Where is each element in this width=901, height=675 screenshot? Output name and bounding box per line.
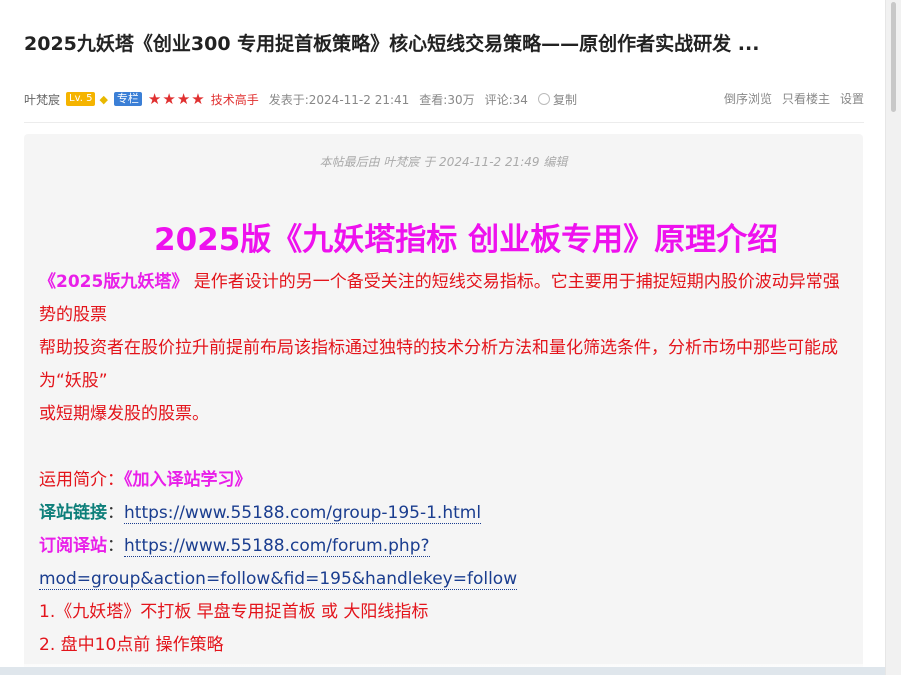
intro-highlight: 《2025版九妖塔》: [39, 272, 189, 292]
author-name[interactable]: 叶梵宸: [24, 91, 60, 108]
view-count: 查看:30万: [419, 92, 475, 107]
post-content: 本帖最后由 叶梵宸 于 2024-11-2 21:49 编辑 2025版《九妖塔…: [24, 134, 863, 675]
post-title[interactable]: 2025九妖塔《创业300 专用捉首板策略》核心短线交易策略——原创作者实战研发…: [24, 29, 864, 56]
star-rating-icons: ★★★★: [147, 90, 206, 108]
separator: ：: [107, 536, 124, 556]
reverse-view-button[interactable]: 倒序浏览: [724, 90, 772, 107]
copy-button[interactable]: 复制: [553, 91, 577, 108]
post-meta-bar: 叶梵宸 Lv. 5 ◆ 专栏 ★★★★ 技术高手 发表于:2024-11-2 2…: [24, 90, 864, 108]
comment-count[interactable]: 评论:34: [485, 91, 528, 108]
meta-divider: [24, 122, 864, 123]
forum-page: 2025九妖塔《创业300 专用捉首板策略》核心短线交易策略——原创作者实战研发…: [0, 0, 886, 675]
body-line-2: 帮助投资者在股价拉升前提前布局该指标通过独特的技术分析方法和量化筛选条件，分析市…: [39, 338, 838, 391]
settings-button[interactable]: 设置: [840, 90, 864, 107]
bottom-bar: [0, 667, 886, 675]
vertical-scrollbar[interactable]: [885, 0, 901, 675]
copy-icon[interactable]: [537, 93, 550, 105]
post-meta-left: 叶梵宸 Lv. 5 ◆ 专栏 ★★★★ 技术高手 发表于:2024-11-2 2…: [24, 90, 577, 108]
subscribe-line: 订阅译站：https://www.55188.com/forum.php?mod…: [39, 530, 854, 596]
level-badge: Lv. 5: [66, 92, 96, 106]
column-badge[interactable]: 专栏: [113, 92, 142, 106]
separator: ：: [107, 503, 124, 523]
post-meta-right: 倒序浏览 只看楼主 设置: [714, 90, 864, 107]
owner-only-button[interactable]: 只看楼主: [782, 90, 830, 107]
post-body: 《2025版九妖塔》 是作者设计的另一个备受关注的短线交易指标。它主要用于捕捉短…: [39, 266, 854, 662]
station-url-link[interactable]: https://www.55188.com/group-195-1.html: [124, 503, 482, 524]
join-station-link[interactable]: 《加入译站学习》: [124, 470, 252, 490]
intro-paragraph: 《2025版九妖塔》 是作者设计的另一个备受关注的短线交易指标。它主要用于捕捉短…: [39, 266, 854, 332]
rank-title: 技术高手: [210, 92, 259, 107]
post-date: 发表于:2024-11-2 21:41: [268, 92, 410, 107]
body-line-3: 或短期爆发股的股票。: [39, 404, 209, 424]
post-heading: 2025版《九妖塔指标 创业板专用》原理介绍: [154, 222, 779, 258]
station-link-label: 译站链接: [39, 503, 107, 523]
list-item-1: 1.《九妖塔》不打板 早盘专用捉首板 或 大阳线指标: [39, 602, 429, 622]
list-item-2: 2. 盘中10点前 操作策略: [39, 635, 224, 655]
usage-label: 运用简介：: [39, 470, 124, 490]
subscribe-label: 订阅译站: [39, 536, 107, 556]
edit-note: 本帖最后由 叶梵宸 于 2024-11-2 21:49 编辑: [319, 155, 568, 169]
usage-line: 运用简介：《加入译站学习》: [39, 464, 854, 497]
station-link-line: 译站链接：https://www.55188.com/group-195-1.h…: [39, 497, 854, 530]
scrollbar-thumb[interactable]: [891, 2, 896, 112]
diamond-icon: ◆: [99, 92, 108, 106]
